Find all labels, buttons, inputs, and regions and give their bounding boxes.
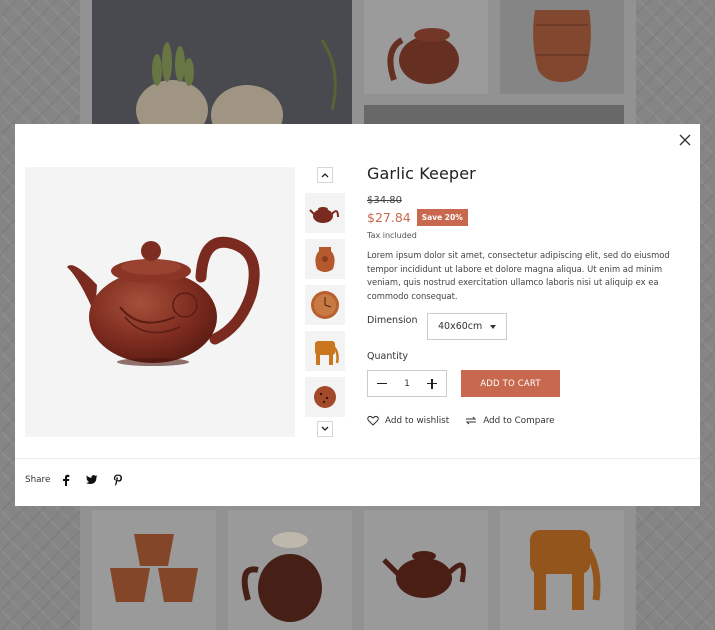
quantity-value[interactable]: 1 xyxy=(404,379,410,389)
main-product-image xyxy=(25,167,295,437)
secondary-actions: Add to wishlist Add to Compare xyxy=(367,415,697,426)
share-row: Share xyxy=(25,474,124,486)
tax-note: Tax included xyxy=(367,231,417,240)
price-row: $27.84 Save 20% xyxy=(367,209,697,226)
quantity-row: 1 ADD TO CART xyxy=(367,370,697,397)
add-to-cart-button[interactable]: ADD TO CART xyxy=(461,370,560,397)
quick-view-modal: Garlic Keeper $34.80 $27.84 Save 20% Tax… xyxy=(15,124,700,506)
thumbnail-ball[interactable] xyxy=(305,377,345,417)
dimension-value: 40x60cm xyxy=(438,321,483,332)
product-details: Garlic Keeper $34.80 $27.84 Save 20% Tax… xyxy=(367,164,697,426)
compare-label: Add to Compare xyxy=(483,415,555,426)
close-icon xyxy=(679,134,691,146)
twitter-icon xyxy=(86,475,98,484)
quantity-stepper: 1 xyxy=(367,370,447,397)
thumbnail-teapot[interactable] xyxy=(305,193,345,233)
plus-icon[interactable] xyxy=(426,378,438,390)
thumbnail-gallery xyxy=(305,167,345,437)
product-description: Lorem ipsum dolor sit amet, consectetur … xyxy=(367,250,670,301)
thumbnail-vase[interactable] xyxy=(305,239,345,279)
dimension-row: Dimension 40x60cm xyxy=(367,313,697,340)
chevron-down-icon xyxy=(321,426,329,431)
add-to-compare-link[interactable]: Add to Compare xyxy=(465,415,555,426)
caret-down-icon xyxy=(490,324,496,329)
thumbnail-up-button[interactable] xyxy=(317,167,333,183)
heart-icon xyxy=(367,415,379,426)
save-badge: Save 20% xyxy=(416,209,468,226)
twitter-share-button[interactable] xyxy=(86,474,98,486)
minus-icon[interactable] xyxy=(376,378,388,390)
product-title: Garlic Keeper xyxy=(367,164,476,183)
wishlist-label: Add to wishlist xyxy=(385,415,450,426)
pinterest-share-button[interactable] xyxy=(112,474,124,486)
pinterest-icon xyxy=(114,474,123,486)
thumbnail-down-button[interactable] xyxy=(317,421,333,437)
old-price: $34.80 xyxy=(367,195,402,206)
close-button[interactable] xyxy=(678,132,692,146)
facebook-share-button[interactable] xyxy=(60,474,72,486)
current-price: $27.84 xyxy=(367,210,411,225)
compare-icon xyxy=(465,416,477,425)
quantity-label: Quantity xyxy=(367,351,409,362)
dimension-label: Dimension xyxy=(367,315,418,326)
dimension-select[interactable]: 40x60cm xyxy=(427,313,507,340)
facebook-icon xyxy=(63,474,70,486)
modal-divider xyxy=(15,458,700,459)
chevron-up-icon xyxy=(321,173,329,178)
thumbnail-elephant[interactable] xyxy=(305,331,345,371)
share-label: Share xyxy=(25,475,51,485)
add-to-wishlist-link[interactable]: Add to wishlist xyxy=(367,415,449,426)
thumbnail-clock[interactable] xyxy=(305,285,345,325)
